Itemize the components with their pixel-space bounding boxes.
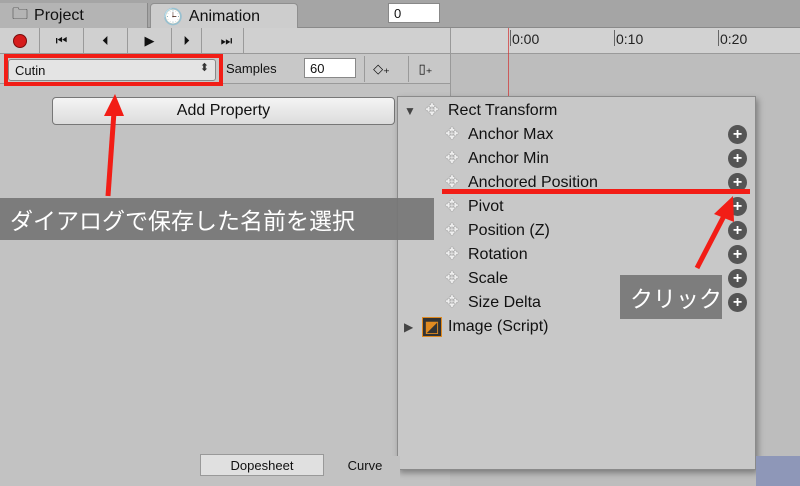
annotation-arrows (104, 94, 734, 270)
highlight-underline (442, 189, 750, 194)
up-arrow-icon (104, 94, 124, 197)
diagonal-arrow-icon (694, 196, 734, 270)
click-callout: クリック (620, 275, 722, 319)
select-callout: ダイアログで保存した名前を選択 (0, 198, 434, 240)
